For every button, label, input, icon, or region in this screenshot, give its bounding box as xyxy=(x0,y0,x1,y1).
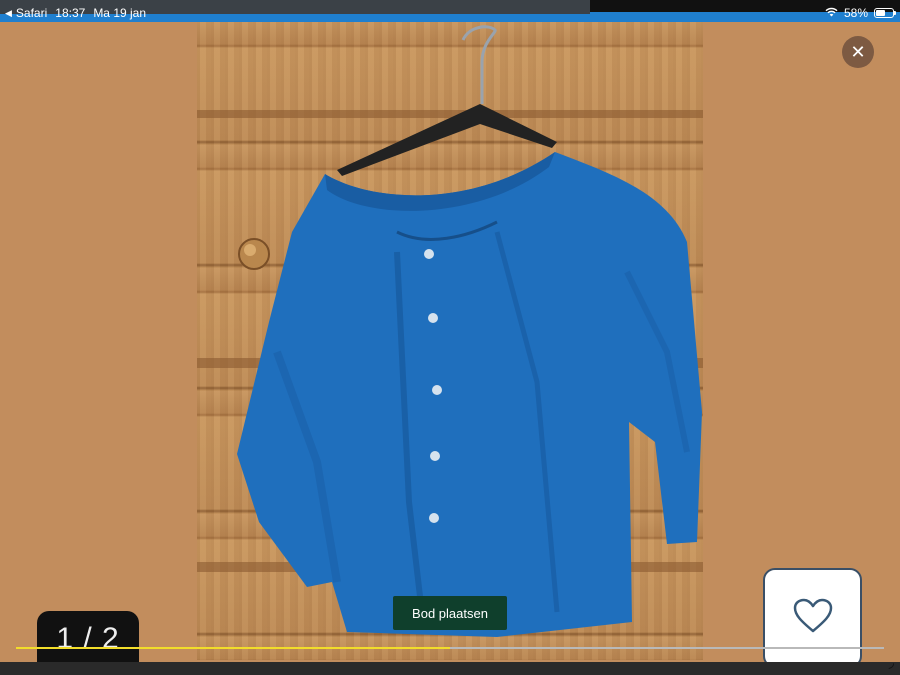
favorite-button[interactable] xyxy=(763,568,862,668)
place-bid-button[interactable]: Bod plaatsen xyxy=(393,596,507,630)
close-icon: ✕ xyxy=(850,41,866,62)
gallery-progress-fill xyxy=(16,647,450,649)
battery-icon xyxy=(874,8,896,18)
status-time: 18:37 xyxy=(55,6,86,20)
gallery-progress-track xyxy=(16,647,884,649)
place-bid-label: Bod plaatsen xyxy=(412,605,488,621)
back-arrow-icon[interactable]: ◀ xyxy=(5,8,12,19)
wifi-icon xyxy=(825,6,838,20)
close-button[interactable]: ✕ xyxy=(842,36,874,68)
shirt-illustration xyxy=(197,25,703,637)
status-bar: ◀ Safari 18:37 Ma 19 jan 58% xyxy=(0,0,900,22)
product-photo[interactable] xyxy=(197,22,703,660)
image-counter: 1 / 2 xyxy=(37,611,139,667)
battery-fill xyxy=(876,10,886,16)
back-app-label[interactable]: Safari xyxy=(16,6,47,20)
status-left: ◀ Safari 18:37 Ma 19 jan xyxy=(5,6,146,20)
heart-icon xyxy=(793,598,833,639)
status-date: Ma 19 jan xyxy=(93,6,147,20)
status-right: 58% xyxy=(825,6,896,20)
bottom-bar xyxy=(0,662,900,675)
image-counter-text: 1 / 2 xyxy=(56,622,120,655)
battery-percent: 58% xyxy=(843,6,868,20)
refresh-icon: ◞ xyxy=(888,654,894,670)
